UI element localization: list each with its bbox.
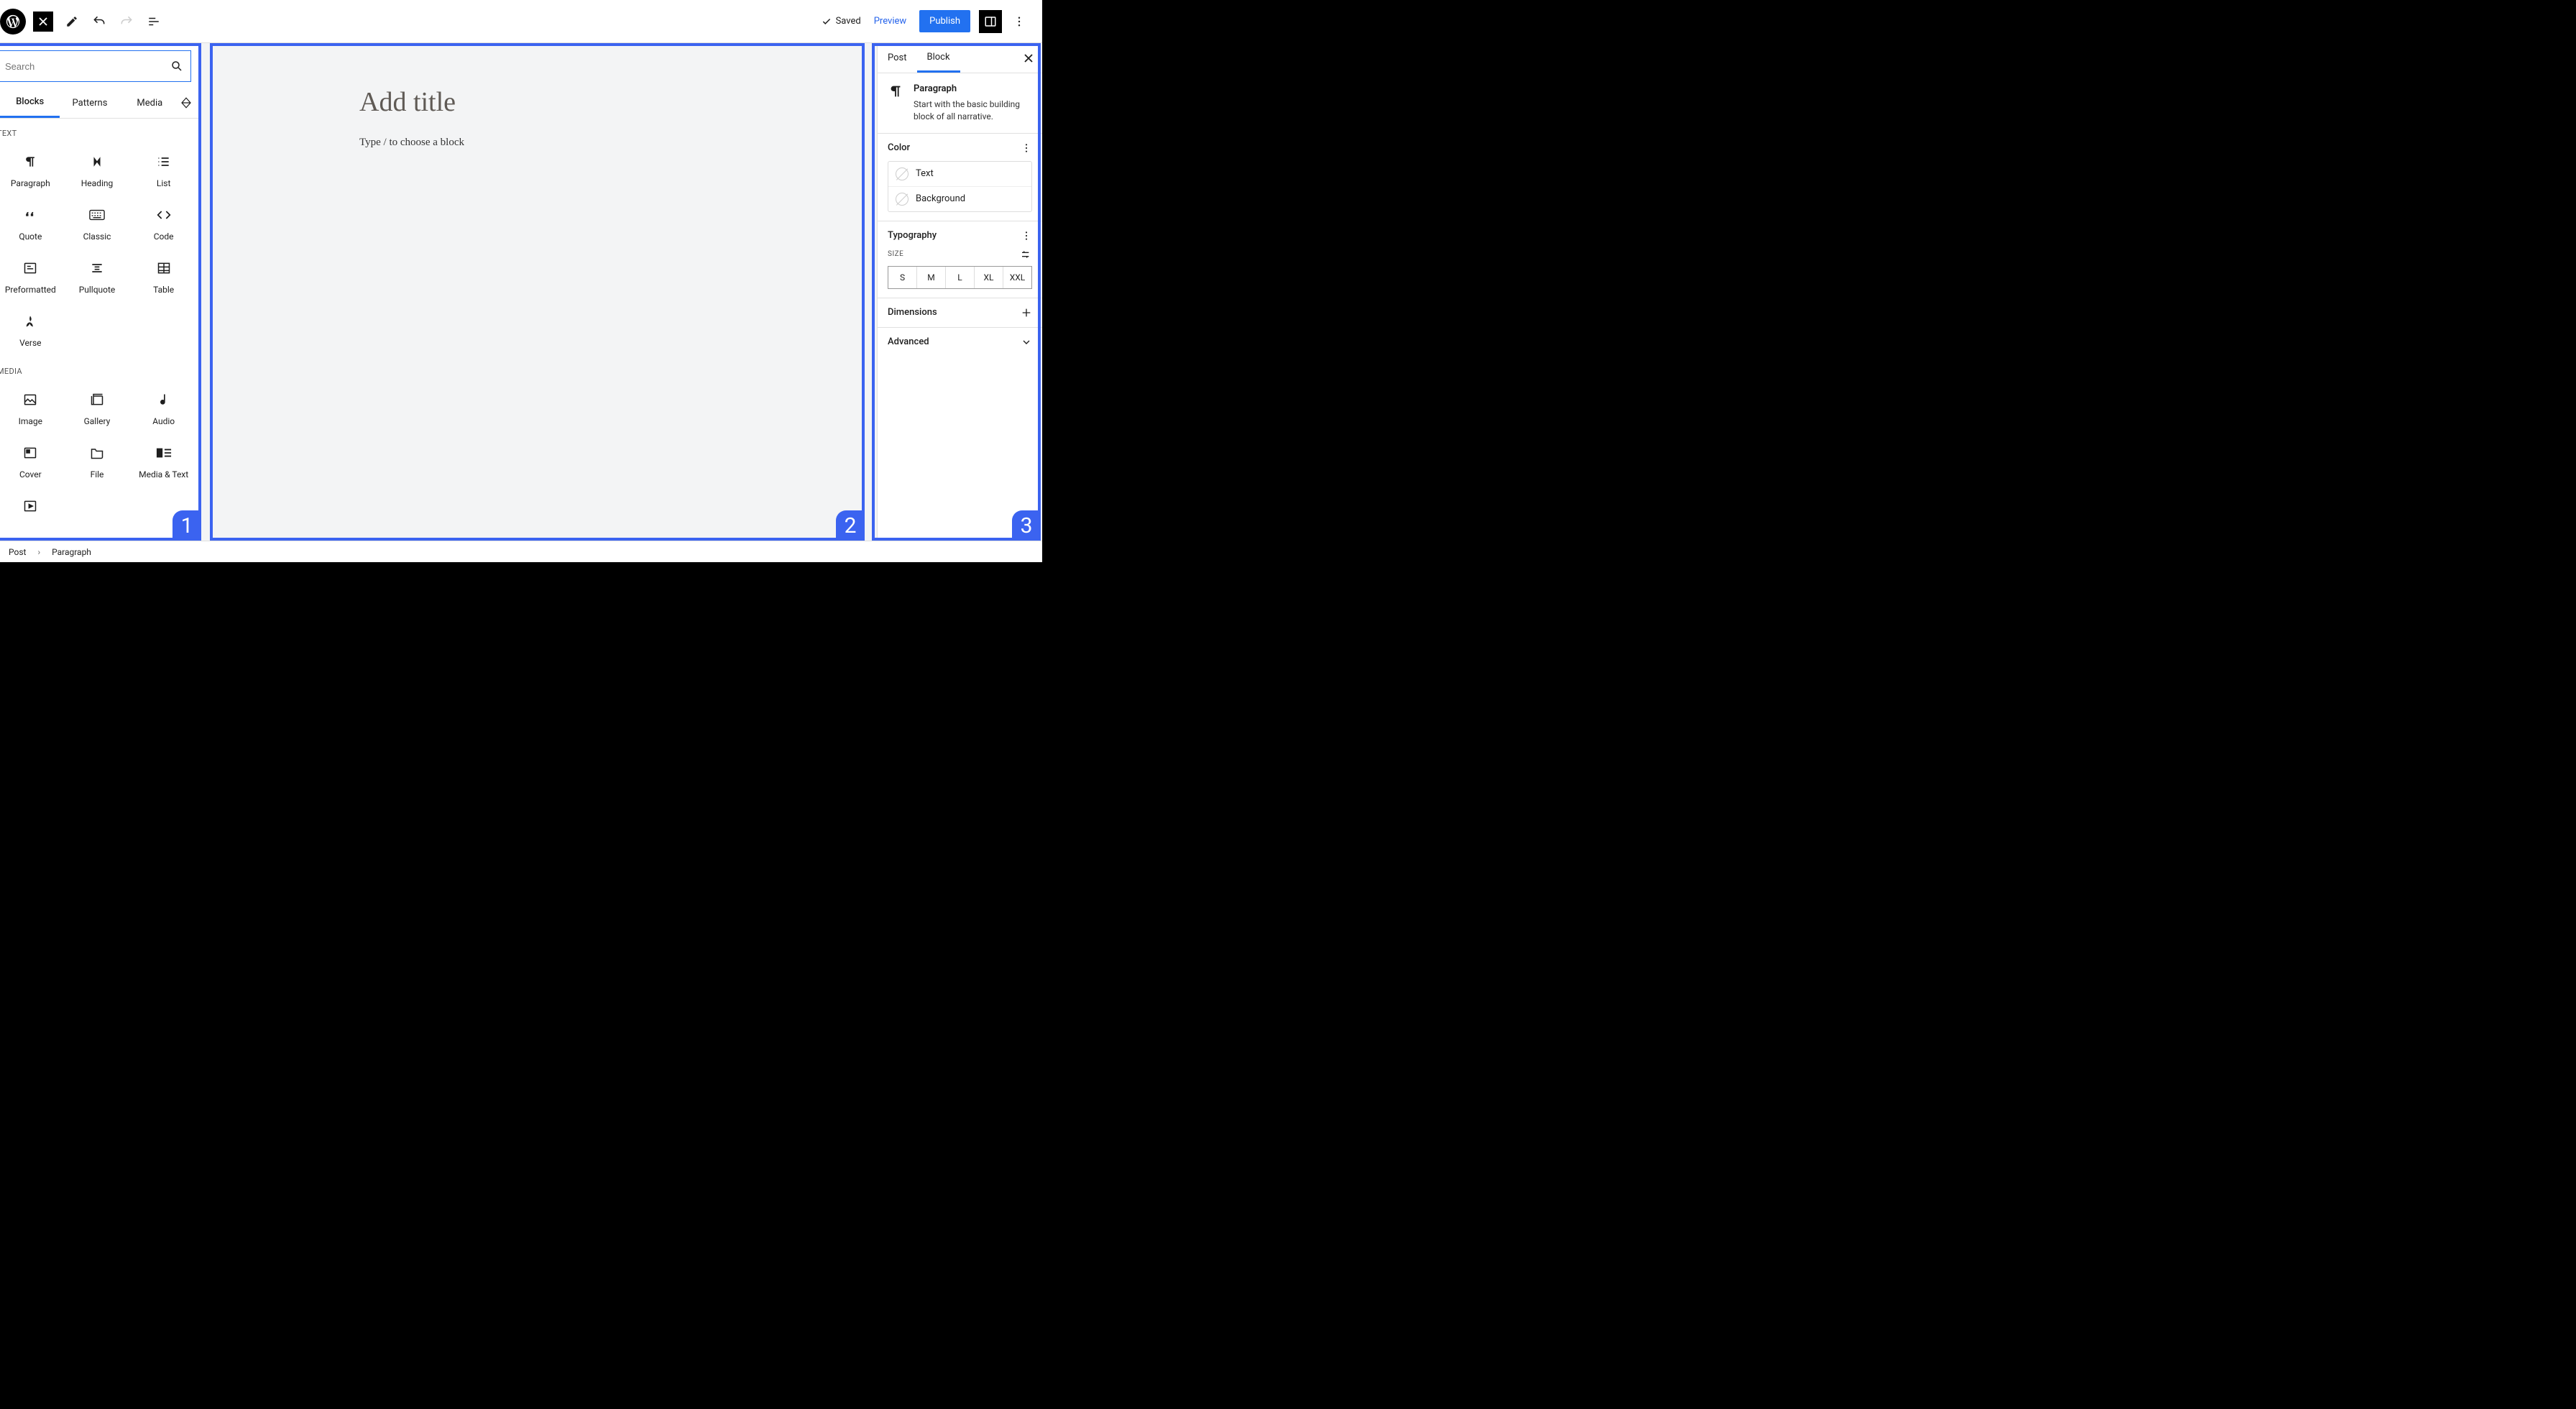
undo-icon[interactable]: [89, 12, 109, 32]
redo-icon[interactable]: [116, 12, 137, 32]
publish-button[interactable]: Publish: [919, 10, 970, 32]
top-toolbar: Saved Preview Publish: [0, 0, 1042, 43]
breadcrumb-block[interactable]: Paragraph: [52, 547, 91, 557]
region-overlay-3: 3: [872, 43, 1041, 541]
preview-button[interactable]: Preview: [874, 16, 906, 27]
save-status: Saved: [822, 16, 861, 27]
more-options-icon[interactable]: [1009, 12, 1029, 32]
breadcrumb-post[interactable]: Post: [9, 547, 26, 557]
wordpress-logo-icon[interactable]: [0, 9, 26, 35]
edit-tool-icon[interactable]: [62, 12, 82, 32]
region-overlay-2: 2: [210, 43, 865, 541]
settings-sidebar-toggle-icon[interactable]: [979, 10, 1002, 33]
chevron-right-icon: ›: [37, 547, 40, 557]
breadcrumb: Post › Paragraph: [0, 541, 1042, 562]
region-overlay-1: 1: [0, 43, 201, 541]
document-outline-icon[interactable]: [144, 12, 164, 32]
saved-label: Saved: [836, 16, 861, 27]
close-inserter-button[interactable]: [33, 12, 53, 32]
